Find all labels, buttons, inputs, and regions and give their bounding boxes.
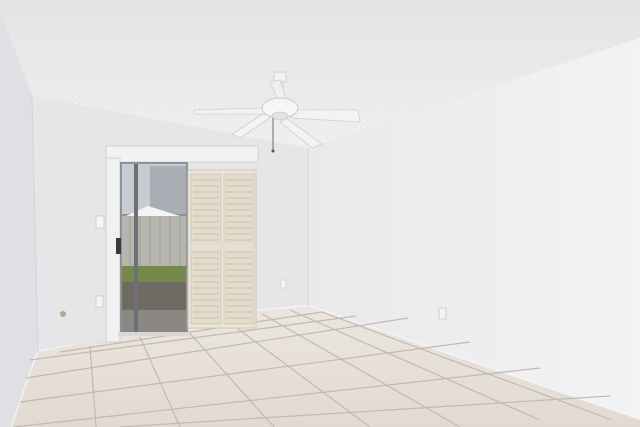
louvered-shutter-icon[interactable]	[187, 169, 257, 329]
wall-fixture-icon	[60, 311, 66, 317]
outlet-icon	[280, 279, 287, 289]
empty-room-photo	[0, 0, 640, 427]
outlet-icon	[95, 295, 104, 308]
light-switch-icon[interactable]	[95, 215, 105, 229]
outlet-icon	[438, 307, 447, 320]
